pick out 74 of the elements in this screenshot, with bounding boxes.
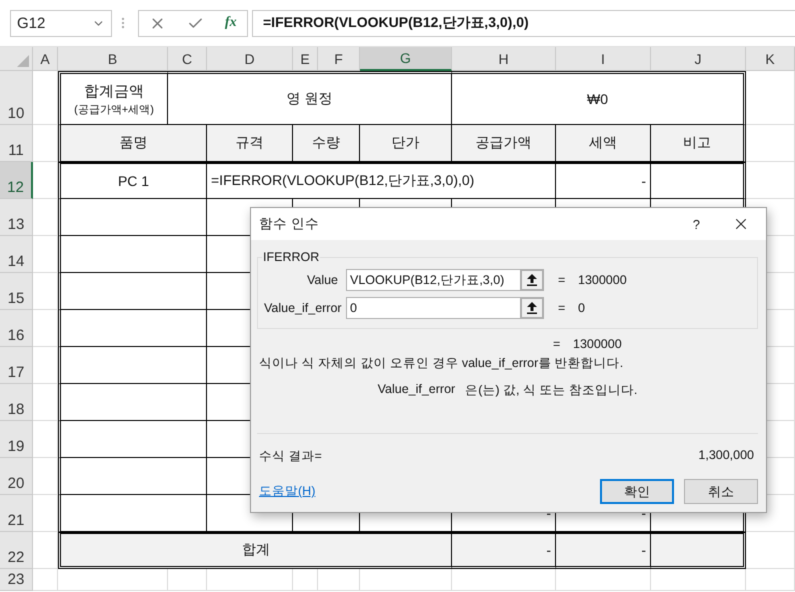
function-description: 식이나 식 자체의 값이 오류인 경우 value_if_error를 반환합니다.	[258, 355, 624, 372]
column-heading: 규격	[207, 125, 293, 162]
column-header[interactable]: E	[293, 47, 318, 71]
arrow-up-icon	[527, 302, 537, 314]
table-cell: -	[452, 532, 556, 569]
column-heading: 단가	[360, 125, 452, 162]
table-cell: -	[556, 532, 651, 569]
arrow-up-icon	[527, 274, 537, 286]
column-header[interactable]: I	[556, 47, 651, 71]
column-header[interactable]: D	[207, 47, 293, 71]
collapse-button[interactable]	[520, 297, 544, 319]
row-header[interactable]: 15	[0, 273, 33, 310]
function-name: IFERROR	[262, 250, 320, 264]
table-cell: 합계	[58, 532, 452, 569]
column-heading: 수량	[293, 125, 360, 162]
row-header[interactable]: 11	[0, 125, 33, 162]
cell-text: 합계금액	[84, 82, 144, 100]
column-header[interactable]: G	[360, 47, 452, 71]
column-heading: 비고	[651, 125, 746, 162]
column-header[interactable]: C	[168, 47, 207, 71]
table-cell: ₩0	[452, 71, 746, 125]
row-header[interactable]: 22	[0, 532, 33, 569]
row-header[interactable]: 13	[0, 199, 33, 236]
collapse-button[interactable]	[520, 269, 544, 291]
insert-function-button[interactable]: fx	[224, 15, 237, 31]
column-header[interactable]: B	[58, 47, 168, 71]
table-cell: 영 원정	[168, 71, 452, 125]
formula-bar[interactable]: =IFERROR(VLOOKUP(B12,단가표,3,0),0)	[252, 10, 795, 36]
row-header[interactable]: 17	[0, 347, 33, 384]
argument-result: 0	[578, 301, 585, 315]
equals-sign: =	[558, 273, 566, 287]
row-header[interactable]: 16	[0, 310, 33, 347]
column-header[interactable]: J	[651, 47, 746, 71]
column-header[interactable]: H	[452, 47, 556, 71]
argument-result: 1300000	[578, 273, 627, 287]
function-result: 1300000	[573, 337, 622, 351]
row-header[interactable]: 21	[0, 495, 33, 532]
formula-text: =IFERROR(VLOOKUP(B12,단가표,3,0),0)	[207, 162, 556, 199]
argument-label: Value_if_error	[264, 301, 343, 315]
row-header[interactable]: 19	[0, 421, 33, 458]
row-header[interactable]: 23	[0, 569, 33, 591]
column-heading: 세액	[556, 125, 651, 162]
column-heading: 공급가액	[452, 125, 556, 162]
grid-cell	[293, 569, 318, 591]
column-header[interactable]: A	[33, 47, 58, 71]
grid-cell	[33, 569, 58, 591]
column-header[interactable]: K	[746, 47, 795, 71]
formula-result-label: 수식 결과=	[259, 448, 322, 465]
grid-cell	[318, 569, 360, 591]
row-header[interactable]: 10	[0, 71, 33, 125]
cell-note: (공급가액+세액)	[74, 102, 154, 116]
table-cell: -	[556, 162, 651, 199]
formula-result: 1,300,000	[698, 448, 754, 464]
row-header[interactable]: 12	[0, 162, 33, 199]
column-header[interactable]: F	[318, 47, 360, 71]
table-cell: PC 1	[58, 162, 207, 199]
argument-label: Value	[306, 273, 339, 287]
argument-name: Value_if_error	[378, 382, 456, 398]
argument-description: 은(는) 값, 식 또는 참조입니다.	[465, 382, 638, 399]
name-box[interactable]: G12	[10, 10, 112, 36]
help-button[interactable]: ?	[684, 216, 708, 232]
dialog-title: 함수 인수	[259, 215, 320, 233]
argument-field[interactable]: VLOOKUP(B12,단가표,3,0)	[346, 269, 520, 291]
grid-cell	[168, 569, 207, 591]
ok-button[interactable]: 확인	[600, 479, 674, 504]
equals-sign: =	[553, 337, 562, 351]
cancel-button[interactable]: 취소	[684, 479, 758, 504]
equals-sign: =	[558, 301, 566, 315]
row-header[interactable]: 14	[0, 236, 33, 273]
grid-cell	[746, 569, 795, 591]
argument-field[interactable]: 0	[346, 297, 520, 319]
column-heading: 품명	[58, 125, 207, 162]
row-header[interactable]: 20	[0, 458, 33, 495]
row-header[interactable]: 18	[0, 384, 33, 421]
